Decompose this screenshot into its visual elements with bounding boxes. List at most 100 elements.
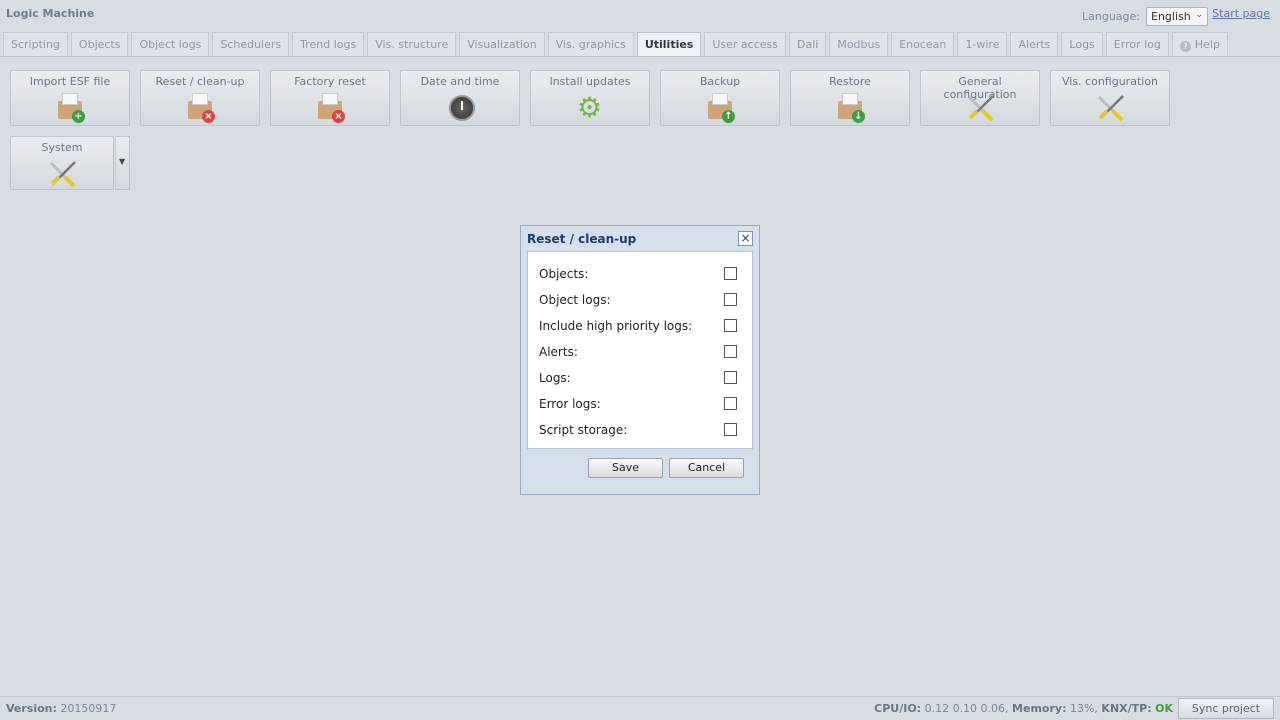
memory-label: Memory: xyxy=(1012,702,1067,715)
alerts-checkbox[interactable] xyxy=(724,345,737,358)
language-label: Language: xyxy=(1082,10,1140,23)
tab-dali[interactable]: Dali xyxy=(789,32,827,56)
tools-icon xyxy=(47,159,79,189)
vis-configuration-label: Vis. configuration xyxy=(1061,75,1159,88)
memory-value: 13%, xyxy=(1069,702,1098,715)
option-row-object-logs: Object logs: xyxy=(539,292,749,310)
tab-utilities[interactable]: Utilities xyxy=(636,32,702,56)
tab-help[interactable]: ? Help xyxy=(1171,32,1228,56)
factory-reset-label: Factory reset xyxy=(294,75,366,88)
tab-alerts[interactable]: Alerts xyxy=(1010,32,1059,56)
vis-configuration-button[interactable]: Vis. configuration xyxy=(1050,70,1170,126)
import-esf-button[interactable]: Import ESF file + xyxy=(10,70,130,126)
tab-visualization[interactable]: Visualization xyxy=(459,32,545,56)
factory-reset-button[interactable]: Factory reset × xyxy=(270,70,390,126)
clock-icon xyxy=(445,93,477,123)
save-button[interactable]: Save xyxy=(588,458,663,478)
tab-schedulers[interactable]: Schedulers xyxy=(212,32,290,56)
tab-help-label: Help xyxy=(1194,38,1220,51)
tab-error-log[interactable]: Error log xyxy=(1105,32,1169,56)
reset-cleanup-label: Reset / clean-up xyxy=(155,75,245,88)
language-select[interactable]: English ⌄ xyxy=(1146,7,1208,26)
install-updates-label: Install updates xyxy=(549,75,631,88)
app-title: Logic Machine xyxy=(6,7,95,20)
help-icon: ? xyxy=(1179,41,1191,52)
option-row-error-logs: Error logs: xyxy=(539,396,749,414)
cpu-value: 0.12 0.10 0.06, xyxy=(924,702,1009,715)
knx-label: KNX/TP: xyxy=(1101,702,1152,715)
top-bar: Logic Machine Language: English ⌄ Start … xyxy=(0,0,1280,32)
option-row-logs: Logs: xyxy=(539,370,749,388)
option-label: Error logs: xyxy=(539,397,601,411)
option-label: Include high priority logs: xyxy=(539,319,693,333)
tools-icon xyxy=(965,93,997,123)
version-info: Version: 20150917 xyxy=(6,702,116,715)
tab-enocean[interactable]: Enocean xyxy=(891,32,955,56)
option-row-objects: Objects: xyxy=(539,266,749,284)
sync-project-data-button[interactable]: Sync project data xyxy=(1178,698,1274,719)
version-value: 20150917 xyxy=(60,702,117,715)
restore-button[interactable]: Restore ↓ xyxy=(790,70,910,126)
option-label: Script storage: xyxy=(539,423,628,437)
knx-status: OK xyxy=(1155,702,1173,715)
box-remove-icon: × xyxy=(185,93,217,123)
system-dropdown-toggle[interactable]: ▼ xyxy=(115,136,130,190)
option-row-script-storage: Script storage: xyxy=(539,422,749,440)
script-storage-checkbox[interactable] xyxy=(724,423,737,436)
tab-user-access[interactable]: User access xyxy=(704,32,786,56)
object-logs-checkbox[interactable] xyxy=(724,293,737,306)
close-icon[interactable]: × xyxy=(738,231,753,246)
chevron-down-icon: ⌄ xyxy=(1195,10,1203,20)
reset-cleanup-dialog: Reset / clean-up × Objects: Object logs:… xyxy=(520,225,760,495)
caret-down-icon: ▼ xyxy=(119,157,126,166)
tab-object-logs[interactable]: Object logs xyxy=(131,32,210,56)
option-row-high-priority-logs: Include high priority logs: xyxy=(539,318,749,336)
option-label: Logs: xyxy=(539,371,571,385)
backup-label: Backup xyxy=(699,75,741,88)
option-label: Alerts: xyxy=(539,345,578,359)
dialog-title: Reset / clean-up xyxy=(527,232,637,246)
import-esf-label: Import ESF file xyxy=(29,75,111,88)
install-updates-button[interactable]: Install updates ⚙ xyxy=(530,70,650,126)
tab-logs[interactable]: Logs xyxy=(1061,32,1103,56)
box-remove-icon: × xyxy=(315,93,347,123)
tab-scripting[interactable]: Scripting xyxy=(3,32,68,56)
logs-checkbox[interactable] xyxy=(724,371,737,384)
main-tabs: Scripting Objects Object logs Schedulers… xyxy=(0,32,1280,57)
tab-modbus[interactable]: Modbus xyxy=(829,32,889,56)
system-label: System xyxy=(41,141,83,154)
tab-vis-graphics[interactable]: Vis. graphics xyxy=(547,32,634,56)
version-label: Version: xyxy=(6,702,57,715)
general-configuration-button[interactable]: General configuration xyxy=(920,70,1040,126)
tab-1-wire[interactable]: 1-wire xyxy=(957,32,1008,56)
tab-trend-logs[interactable]: Trend logs xyxy=(292,32,365,56)
tab-objects[interactable]: Objects xyxy=(70,32,129,56)
box-upload-icon: ↑ xyxy=(705,93,737,123)
start-page-link[interactable]: Start page xyxy=(1212,7,1270,20)
restore-label: Restore xyxy=(829,75,871,88)
cancel-button[interactable]: Cancel xyxy=(669,458,744,478)
option-row-alerts: Alerts: xyxy=(539,344,749,362)
status-bar: Version: 20150917 CPU/IO: 0.12 0.10 0.06… xyxy=(0,696,1280,720)
system-button[interactable]: System xyxy=(10,136,114,190)
high-priority-logs-checkbox[interactable] xyxy=(724,319,737,332)
cpu-label: CPU/IO: xyxy=(874,702,922,715)
tools-icon xyxy=(1095,93,1127,123)
tab-vis-structure[interactable]: Vis. structure xyxy=(367,32,457,56)
gear-refresh-icon: ⚙ xyxy=(577,91,603,124)
option-label: Object logs: xyxy=(539,293,611,307)
dialog-body: Objects: Object logs: Include high prior… xyxy=(527,251,753,449)
backup-button[interactable]: Backup ↑ xyxy=(660,70,780,126)
system-stats: CPU/IO: 0.12 0.10 0.06, Memory: 13%, KNX… xyxy=(874,702,1173,715)
dialog-footer: Save Cancel xyxy=(527,450,753,488)
box-download-icon: ↓ xyxy=(835,93,867,123)
language-picker: Language: English ⌄ xyxy=(1082,7,1208,26)
date-time-button[interactable]: Date and time xyxy=(400,70,520,126)
option-label: Objects: xyxy=(539,267,589,281)
language-value: English xyxy=(1151,10,1191,23)
date-time-label: Date and time xyxy=(420,75,500,88)
objects-checkbox[interactable] xyxy=(724,267,737,280)
box-add-icon: + xyxy=(55,93,87,123)
error-logs-checkbox[interactable] xyxy=(724,397,737,410)
reset-cleanup-button[interactable]: Reset / clean-up × xyxy=(140,70,260,126)
